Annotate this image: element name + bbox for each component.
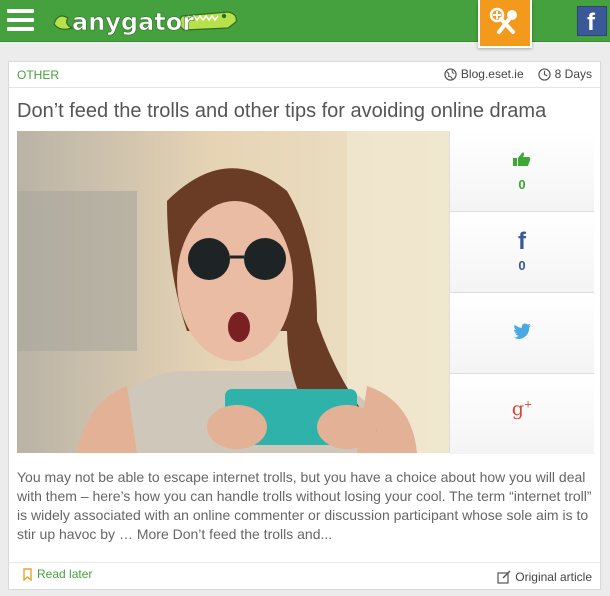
menu-icon[interactable]: [7, 9, 34, 31]
article-excerpt[interactable]: You may not be able to escape internet t…: [17, 468, 593, 544]
original-article-link[interactable]: Original article: [497, 570, 592, 584]
article-title[interactable]: Don’t feed the trolls and other tips for…: [17, 100, 546, 123]
svg-text:anygator: anygator: [72, 8, 194, 36]
gator-logo-icon: anygator: [53, 8, 237, 36]
quick-action-button[interactable]: [478, 0, 532, 48]
clock-icon: [537, 67, 551, 81]
share-panel: 0 f 0 g+: [449, 131, 594, 454]
article-meta: Blog.eset.ie 8 Days: [444, 67, 592, 81]
facebook-icon: f: [587, 9, 595, 36]
read-later-label: Read later: [37, 567, 93, 581]
google-plus-share-button[interactable]: g+: [450, 374, 594, 454]
tools-icon: [489, 7, 517, 34]
facebook-page-button[interactable]: f: [577, 6, 607, 36]
top-bar: anygator f: [0, 0, 610, 48]
card-header: OTHER Blog.eset.ie 8 Days: [9, 62, 600, 88]
age-label: 8 Days: [554, 67, 592, 81]
twitter-share-button[interactable]: [450, 293, 594, 374]
facebook-share-button[interactable]: f 0: [450, 212, 594, 293]
card-footer: Read later Original article: [9, 562, 600, 590]
thumbs-up-icon: [513, 152, 531, 166]
read-later-button[interactable]: Read later: [23, 567, 92, 581]
original-article-label: Original article: [515, 570, 592, 584]
photo-woman-with-phone: [17, 131, 449, 453]
globe-icon: [444, 67, 457, 81]
facebook-count: 0: [518, 258, 526, 273]
source-label[interactable]: Blog.eset.ie: [461, 67, 524, 81]
like-button[interactable]: 0: [450, 131, 594, 212]
like-count: 0: [518, 177, 526, 192]
bookmark-icon: [23, 567, 32, 581]
google-plus-icon: g+: [511, 398, 533, 420]
external-edit-icon: [497, 570, 511, 584]
category-label[interactable]: OTHER: [17, 68, 59, 82]
article-image[interactable]: [17, 131, 449, 453]
facebook-icon: f: [518, 228, 526, 255]
twitter-icon: [513, 323, 531, 339]
logo[interactable]: anygator: [52, 4, 242, 38]
article-card: OTHER Blog.eset.ie 8 Days Don’t feed the…: [8, 61, 601, 590]
